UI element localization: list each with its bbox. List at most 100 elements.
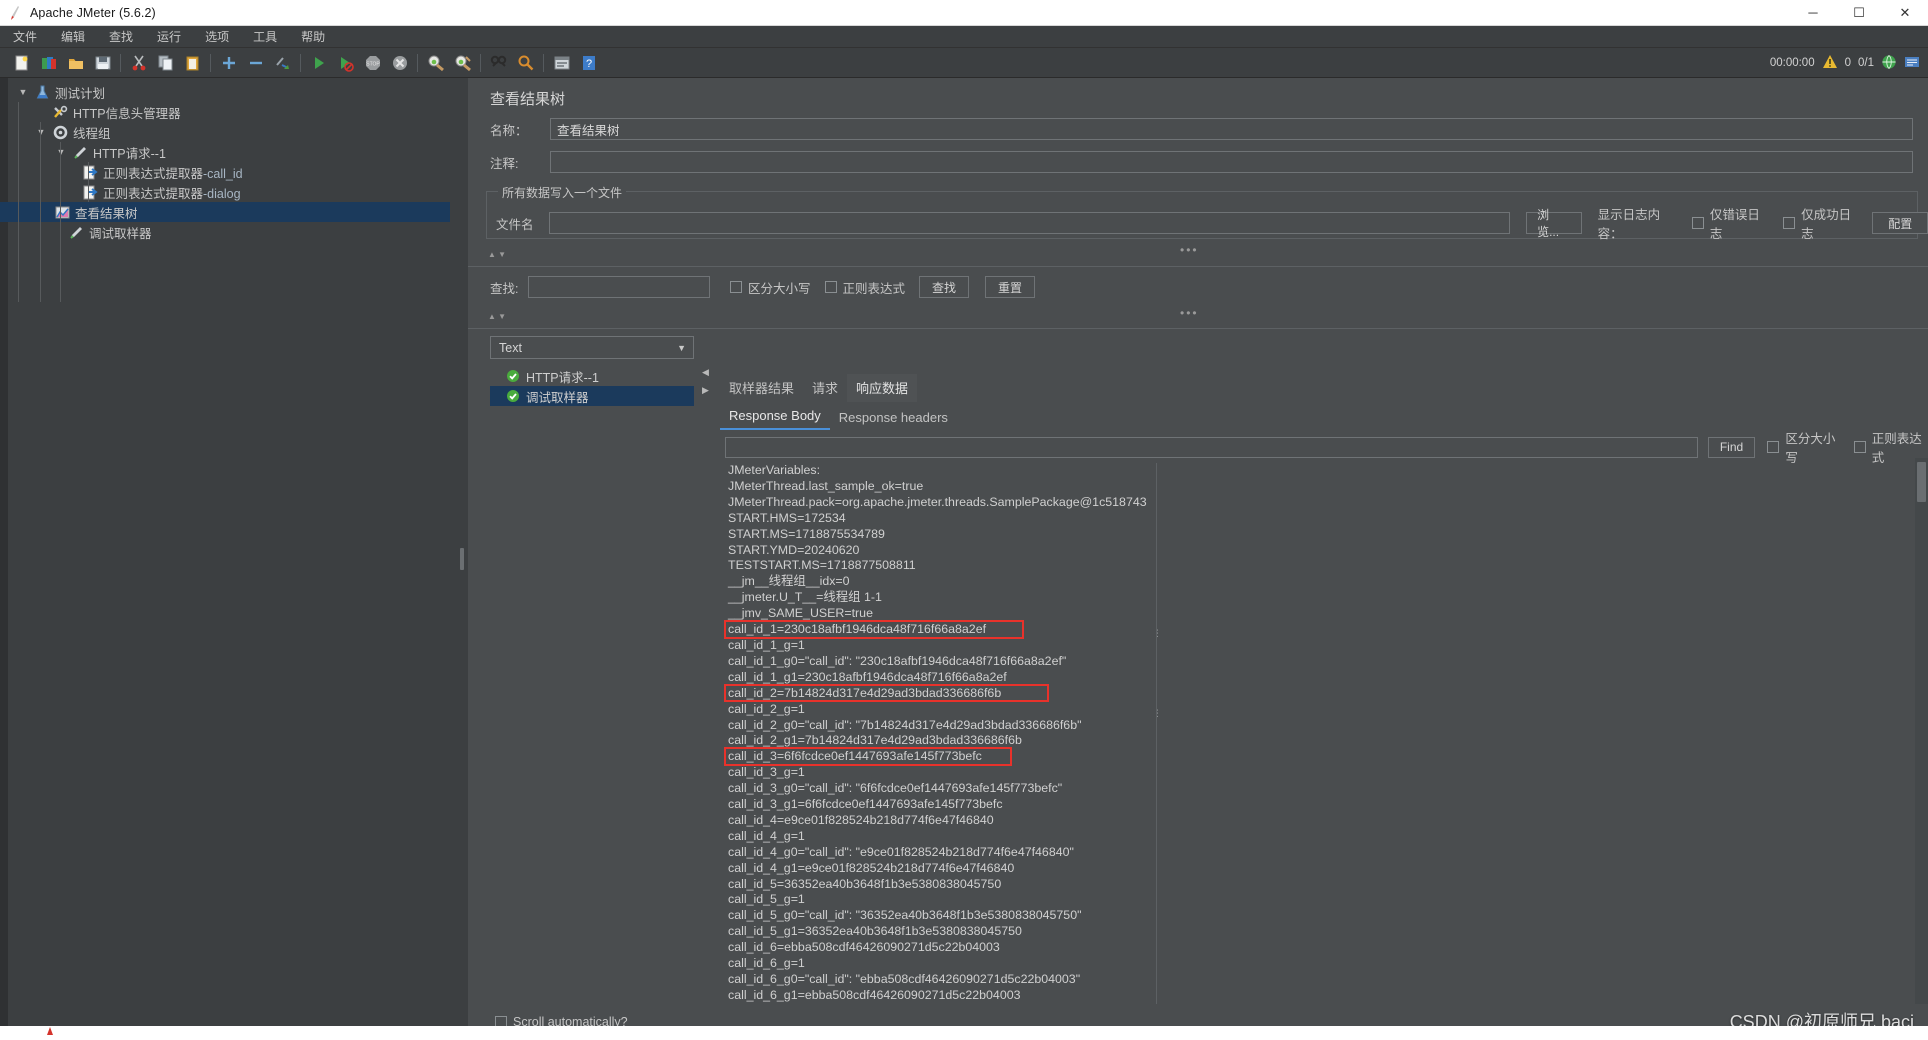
toggle-icon[interactable] [269, 51, 296, 75]
panel-splitter[interactable] [455, 78, 468, 1040]
search-case-sensitive-checkbox[interactable]: 区分大小写 [730, 278, 811, 297]
menu-run[interactable]: 运行 [146, 26, 192, 47]
new-icon[interactable] [8, 51, 35, 75]
splitter-grip[interactable] [459, 548, 464, 570]
search-reset-icon[interactable] [512, 51, 539, 75]
tree-item-view-results-tree[interactable]: 查看结果树 [0, 202, 450, 222]
checkbox-box[interactable] [730, 281, 742, 293]
menu-options[interactable]: 选项 [194, 26, 240, 47]
list-item[interactable]: 调试取样器 [490, 386, 694, 406]
tree-item-thread-group[interactable]: ▼ 线程组 [10, 122, 450, 142]
tab-request[interactable]: 请求 [803, 374, 847, 402]
warning-triangle-icon[interactable] [1822, 54, 1838, 72]
taskbar-app-icon[interactable] [40, 1026, 62, 1040]
checkbox-box[interactable] [824, 281, 837, 293]
function-helper-icon[interactable] [548, 51, 575, 75]
name-label: 名称： [490, 123, 528, 138]
menu-file[interactable]: 文件 [2, 26, 48, 47]
checkbox-box[interactable] [1767, 441, 1780, 453]
tree-item-test-plan[interactable]: ▼ 测试计划 [10, 82, 450, 102]
errors-only-checkbox[interactable]: 仅错误日志 [1691, 204, 1771, 242]
filename-input[interactable] [549, 212, 1511, 234]
response-body-line: JMeterThread.pack=org.apache.jmeter.thre… [728, 494, 1147, 509]
chevron-down-icon[interactable]: ▼ [32, 127, 50, 137]
checkbox-box[interactable] [1691, 217, 1704, 229]
toolbar-separator [543, 53, 544, 72]
scrollbar-thumb[interactable] [1917, 462, 1926, 502]
menu-tools[interactable]: 工具 [242, 26, 288, 47]
minimize-button[interactable]: ─ [1790, 0, 1836, 26]
response-body-line: __jmv_SAME_USER=true [728, 606, 873, 621]
collapse-arrows-icon[interactable]: ▲ ▼ [488, 250, 506, 259]
maximize-button[interactable]: ☐ [1836, 0, 1882, 26]
name-input[interactable]: 查看结果树 [550, 118, 1913, 140]
tab-sampler-result[interactable]: 取样器结果 [720, 374, 803, 402]
chevron-down-icon[interactable]: ▼ [52, 147, 70, 157]
list-item[interactable]: HTTP请求--1 [490, 366, 694, 386]
menu-help[interactable]: 帮助 [290, 26, 336, 47]
checkbox-box[interactable] [1783, 217, 1796, 229]
search-input[interactable] [528, 276, 710, 298]
success-only-label: 仅成功日志 [1801, 208, 1852, 241]
comment-input[interactable] [550, 151, 1913, 173]
response-body-line: __jm__线程组__idx=0 [728, 574, 850, 589]
close-button[interactable]: ✕ [1882, 0, 1928, 26]
expand-icon[interactable] [215, 51, 242, 75]
collapse-arrows-icon-2[interactable]: ▲ ▼ [488, 312, 506, 321]
sampler-list-collapse-icon[interactable]: ◀ ▶ [702, 368, 709, 395]
thread-count: 0/1 [1858, 57, 1874, 69]
response-body-line: call_id_6_g0="call_id": "ebba508cdf46426… [728, 972, 1081, 986]
comment-label: 注释: [490, 156, 519, 171]
copy-icon[interactable] [152, 51, 179, 75]
response-find-button[interactable]: Find [1707, 436, 1756, 458]
menu-search[interactable]: 查找 [98, 26, 144, 47]
renderer-select[interactable]: Text ▼ [490, 336, 694, 359]
menu-edit[interactable]: 编辑 [50, 26, 96, 47]
response-find-input[interactable] [725, 436, 1698, 458]
tree-item-regex-extractor-call-id[interactable]: 正则表达式提取器-call_id [10, 162, 450, 182]
start-icon[interactable] [305, 51, 332, 75]
tree-item-regex-extractor-dialog[interactable]: 正则表达式提取器-dialog [10, 182, 450, 202]
templates-icon[interactable] [35, 51, 62, 75]
subtab-response-headers[interactable]: Response headers [830, 407, 957, 430]
paste-icon[interactable] [179, 51, 206, 75]
stop-icon[interactable]: STOP [359, 51, 386, 75]
subtab-response-body[interactable]: Response Body [720, 405, 830, 430]
shutdown-icon[interactable] [386, 51, 413, 75]
tree-item-debug-sampler[interactable]: 调试取样器 [10, 222, 450, 242]
start-no-timers-icon[interactable] [332, 51, 359, 75]
open-icon[interactable] [62, 51, 89, 75]
response-case-sensitive-checkbox[interactable]: 区分大小写 [1767, 428, 1841, 466]
response-body-line: call_id_3_g=1 [728, 765, 805, 780]
search-regex-checkbox[interactable]: 正则表达式 [824, 278, 905, 297]
clear-icon[interactable] [422, 51, 449, 75]
configure-button[interactable]: 配置 [1872, 212, 1928, 234]
tree-item-http-request[interactable]: ▼ HTTP请求--1 [10, 142, 450, 162]
tree-item-http-header-manager[interactable]: HTTP信息头管理器 [10, 102, 450, 122]
globe-icon[interactable] [1881, 54, 1897, 73]
find-button[interactable]: 查找 [919, 276, 970, 298]
success-only-checkbox[interactable]: 仅成功日志 [1783, 204, 1862, 242]
reset-button[interactable]: 重置 [985, 276, 1036, 298]
chevron-down-icon[interactable]: ▼ [677, 343, 686, 353]
browse-button[interactable]: 浏览... [1526, 208, 1582, 239]
response-split-grip-2[interactable]: ⋮ [1153, 629, 1162, 638]
response-scrollbar[interactable] [1915, 458, 1928, 1026]
drag-handle-dots[interactable]: ••• [1180, 243, 1199, 257]
clear-all-icon[interactable] [449, 51, 476, 75]
search-icon[interactable] [485, 51, 512, 75]
cut-icon[interactable] [125, 51, 152, 75]
checkbox-box[interactable] [1853, 441, 1866, 453]
response-split-grip[interactable]: ⋮ [1153, 709, 1162, 718]
tab-response-data[interactable]: 响应数据 [847, 374, 918, 402]
save-icon[interactable] [89, 51, 116, 75]
help-icon[interactable]: ? [575, 51, 602, 75]
drag-handle-dots-2[interactable]: ••• [1180, 306, 1199, 320]
case-sensitive-label: 区分大小写 [1785, 432, 1836, 465]
response-body-text[interactable]: JMeterVariables: JMeterThread.last_sample… [720, 463, 1913, 1026]
collapse-icon[interactable] [242, 51, 269, 75]
log-icon[interactable] [1904, 54, 1920, 73]
tree-item-label: HTTP信息头管理器 [73, 106, 181, 121]
response-body-line: call_id_5=36352ea40b3648f1b3e53808380457… [728, 876, 1002, 891]
chevron-down-icon[interactable]: ▼ [14, 87, 32, 97]
